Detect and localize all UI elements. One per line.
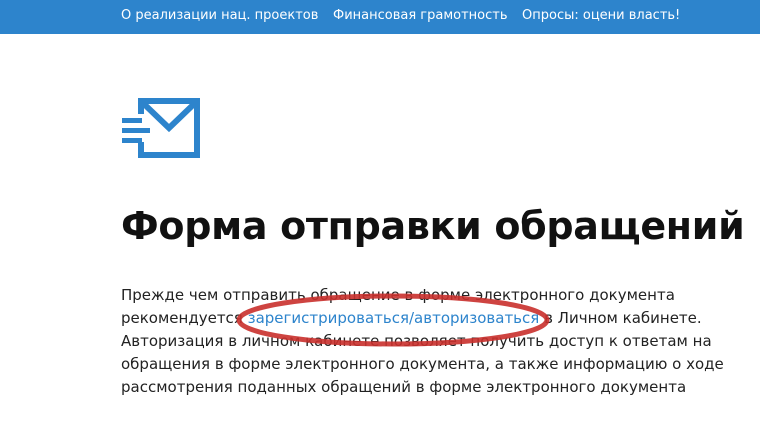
intro-line-1: Прежде чем отправить обращение в форме э… (121, 286, 675, 304)
intro-paragraph: Прежде чем отправить обращение в форме э… (121, 284, 724, 399)
intro-line-2-prefix: рекомендуется (121, 309, 243, 327)
page-title: Форма отправки обращений (121, 204, 745, 248)
intro-line-3: Авторизация в личном кабинете позволяет … (121, 332, 712, 350)
nav-link-national-projects[interactable]: О реализации нац. проектов (121, 8, 318, 24)
intro-line-4: обращения в форме электронного документа… (121, 355, 724, 373)
top-navigation-bar: О реализации нац. проектов Финансовая гр… (0, 0, 760, 34)
register-login-link[interactable]: зарегистрироваться/авторизоваться (248, 309, 540, 327)
intro-line-2: рекомендуется зарегистрироваться/авториз… (121, 307, 721, 330)
nav-link-financial-literacy[interactable]: Финансовая грамотность (333, 8, 508, 24)
mail-send-icon (122, 98, 200, 158)
nav-link-surveys[interactable]: Опросы: оцени власть! (522, 8, 680, 24)
intro-line-2-suffix: в Личном кабинете. (544, 309, 702, 327)
intro-line-5: рассмотрения поданных обращений в форме … (121, 378, 687, 396)
